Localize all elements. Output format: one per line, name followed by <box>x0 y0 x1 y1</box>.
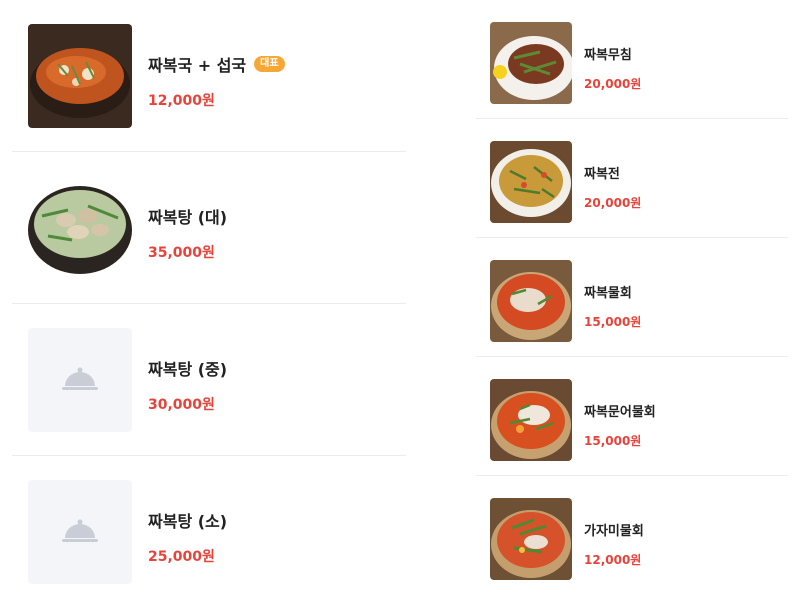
menu-photo[interactable] <box>490 498 572 580</box>
menu-item[interactable]: 짜복탕 (대) 35,000원 <box>12 152 406 304</box>
menu-item-price: 15,000원 <box>584 434 642 448</box>
food-cloche-icon <box>62 367 98 390</box>
menu-photo[interactable] <box>28 24 132 128</box>
menu-photo[interactable] <box>490 260 572 342</box>
menu-photo-placeholder[interactable] <box>28 328 132 432</box>
menu-photo[interactable] <box>490 379 572 461</box>
menu-item-price: 35,000원 <box>148 245 215 261</box>
menu-item-price: 12,000원 <box>584 553 642 567</box>
menu-item[interactable]: 짜복국 + 섭국 대표 12,000원 <box>12 0 406 152</box>
menu-item-price: 12,000원 <box>148 93 215 109</box>
menu-photo[interactable] <box>28 176 132 280</box>
menu-item-name[interactable]: 짜복탕 (대) <box>148 204 227 228</box>
signature-badge: 대표 <box>254 56 285 72</box>
food-cloche-icon <box>62 519 98 542</box>
menu-item[interactable]: 짜복문어물회 15,000원 <box>476 357 788 476</box>
menu-item[interactable]: 짜복전 20,000원 <box>476 119 788 238</box>
menu-item-price: 25,000원 <box>148 549 215 565</box>
menu-item-name[interactable]: 짜복무침 <box>584 44 641 63</box>
menu-item[interactable]: 짜복탕 (소) 25,000원 <box>12 456 406 600</box>
menu-photo-placeholder[interactable] <box>28 480 132 584</box>
menu-item-price: 20,000원 <box>584 77 642 91</box>
menu-item-name[interactable]: 가자미물회 <box>584 520 644 539</box>
menu-item-name[interactable]: 짜복문어물회 <box>584 401 656 420</box>
menu-item-price: 20,000원 <box>584 196 642 210</box>
menu-item[interactable]: 짜복물회 15,000원 <box>476 238 788 357</box>
menu-photo[interactable] <box>490 22 572 104</box>
menu-photo[interactable] <box>490 141 572 223</box>
menu-list-right: 짜복무침 20,000원 짜복전 20,000원 짜복물회 15,000원 짜복… <box>476 0 788 595</box>
menu-item-name[interactable]: 짜복탕 (소) <box>148 508 227 532</box>
menu-item-name[interactable]: 짜복물회 <box>584 282 641 301</box>
menu-item-name[interactable]: 짜복탕 (중) <box>148 356 227 380</box>
menu-item-name[interactable]: 짜복국 + 섭국 <box>148 52 246 76</box>
menu-item-name[interactable]: 짜복전 <box>584 163 641 182</box>
menu-item[interactable]: 짜복탕 (중) 30,000원 <box>12 304 406 456</box>
menu-item-price: 15,000원 <box>584 315 642 329</box>
menu-list-left: 짜복국 + 섭국 대표 12,000원 짜복탕 (대) 35,000원 짜복탕 … <box>12 0 406 600</box>
menu-item[interactable]: 짜복무침 20,000원 <box>476 0 788 119</box>
menu-item[interactable]: 가자미물회 12,000원 <box>476 476 788 595</box>
menu-item-price: 30,000원 <box>148 397 215 413</box>
